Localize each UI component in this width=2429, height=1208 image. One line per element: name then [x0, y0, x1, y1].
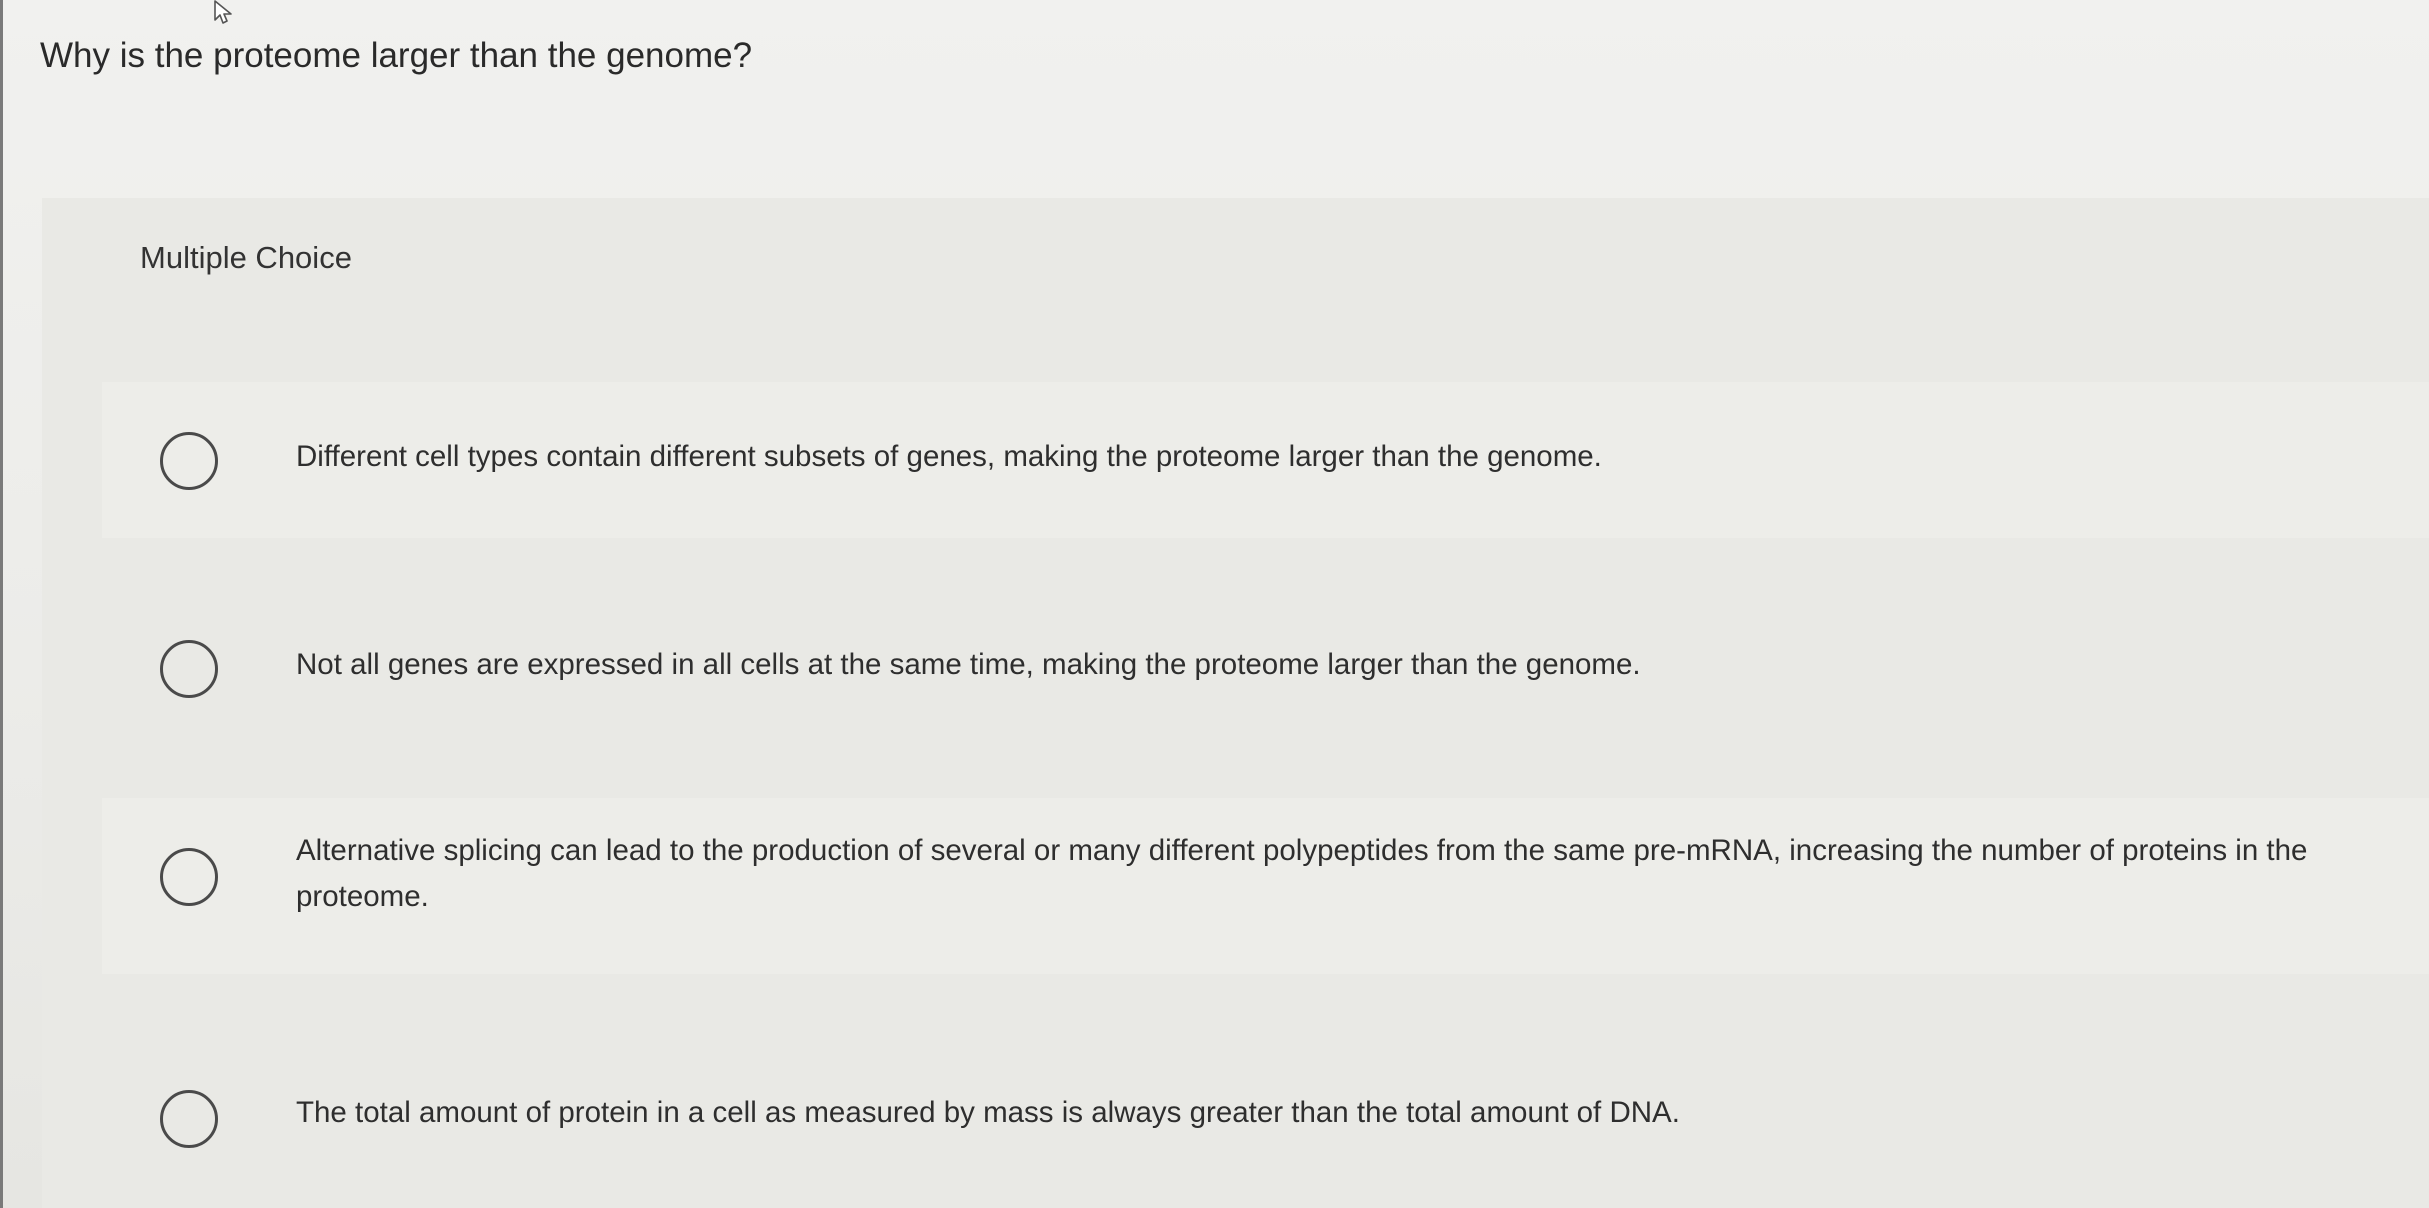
window-edge — [0, 0, 3, 1208]
answer-option-text-1: Different cell types contain different s… — [296, 440, 1602, 473]
answer-option-text-4: The total amount of protein in a cell as… — [296, 1096, 1680, 1129]
question-type-label: Multiple Choice — [140, 240, 352, 275]
answer-option-1[interactable]: Different cell types contain different s… — [102, 382, 2429, 538]
answer-option-3[interactable]: Alternative splicing can lead to the pro… — [102, 798, 2429, 974]
radio-button-3[interactable] — [160, 848, 218, 906]
answer-option-4[interactable]: The total amount of protein in a cell as… — [102, 1040, 2429, 1208]
question-prompt: Why is the proteome larger than the geno… — [40, 36, 753, 75]
radio-button-4[interactable] — [160, 1090, 218, 1148]
answer-option-text-2: Not all genes are expressed in all cells… — [296, 648, 1641, 681]
radio-button-1[interactable] — [160, 432, 218, 490]
radio-button-2[interactable] — [160, 640, 218, 698]
answer-option-text-3: Alternative splicing can lead to the pro… — [296, 834, 2308, 913]
answer-option-2[interactable]: Not all genes are expressed in all cells… — [102, 590, 2429, 746]
mouse-pointer-icon — [214, 0, 232, 24]
